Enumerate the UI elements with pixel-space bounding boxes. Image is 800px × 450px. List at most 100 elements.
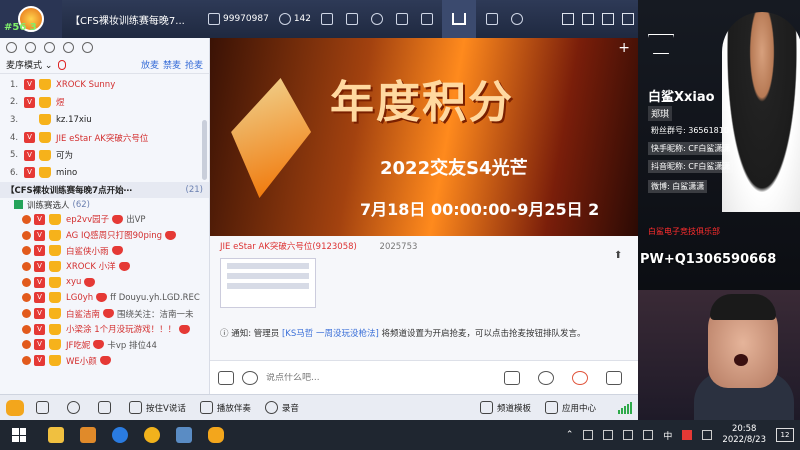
gamepad-button[interactable]: [511, 13, 526, 25]
weibo-nick: 微博: 白鲨潇潇: [648, 180, 708, 193]
emoji-icon[interactable]: [538, 370, 554, 385]
network-tray-icon[interactable]: [623, 430, 634, 440]
queue-item[interactable]: 1. V XROCK Sunny: [0, 76, 209, 94]
release-mic-button[interactable]: 放麦: [141, 58, 159, 71]
plane-button[interactable]: [346, 13, 361, 25]
share-button[interactable]: [371, 13, 386, 25]
grab-mic-button[interactable]: 抢麦: [185, 58, 203, 71]
app-orange-icon[interactable]: [80, 427, 96, 443]
vip-badge-icon: V: [34, 213, 45, 225]
browser-g-icon[interactable]: [144, 427, 160, 443]
mic-tray-icon[interactable]: [583, 430, 594, 440]
scroll-up-icon[interactable]: ⬆: [614, 250, 626, 262]
push-to-talk-button[interactable]: 按住V说话: [129, 401, 186, 414]
restore-button[interactable]: [602, 13, 614, 25]
windows-start-icon[interactable]: [12, 428, 26, 442]
channel-row-count: (21): [185, 184, 203, 195]
member-item[interactable]: Vep2vv园子 出VP: [0, 212, 209, 228]
heart-badge-icon: [165, 230, 177, 240]
queue-scrollbar[interactable]: [202, 120, 207, 180]
flower-icon[interactable]: [572, 370, 588, 385]
list-button[interactable]: [486, 13, 501, 25]
speaker-button[interactable]: [36, 401, 53, 414]
chat-input[interactable]: [266, 372, 496, 383]
member-icon[interactable]: [6, 41, 17, 53]
member-item[interactable]: V LG0yh ff Douyu.yh.LGD.REC: [0, 290, 209, 306]
queue-item[interactable]: 6. Vmino: [0, 164, 209, 182]
chat-sender-id: 2025753: [379, 242, 418, 252]
ban-mic-button[interactable]: 禁麦: [163, 58, 181, 71]
queue-item[interactable]: 4. V JIE eStar AK突破六号位: [0, 129, 209, 147]
crown-icon: [49, 339, 61, 351]
channel-row[interactable]: 【CFS裸妆训练赛每晚7点开始⋯ (21): [0, 181, 209, 198]
more-options-icon[interactable]: [606, 370, 622, 385]
send-enter-icon[interactable]: [504, 370, 520, 385]
mic-icon: [22, 293, 31, 303]
sogou-ime-icon[interactable]: [682, 430, 693, 440]
clock[interactable]: 20:58 2022/8/23: [722, 424, 766, 446]
mixer-button[interactable]: [98, 401, 115, 414]
queue-number: 5.: [10, 150, 19, 161]
mic-mode-dropdown[interactable]: 麦序模式 ⌄: [6, 58, 52, 71]
mic-icon: [22, 261, 31, 271]
power-button[interactable]: [622, 13, 634, 25]
yy-app-icon[interactable]: [208, 427, 224, 443]
keyboard-icon[interactable]: [702, 430, 713, 440]
menu-button[interactable]: [562, 13, 574, 25]
member-item[interactable]: V WE小颜: [0, 353, 209, 369]
channel-template-button[interactable]: 频道模板: [479, 401, 531, 414]
member-extra: ff Douyu.yh.LGD.REC: [110, 292, 200, 303]
grid-button[interactable]: [396, 13, 411, 25]
tray-chevron-icon[interactable]: ⌃: [566, 430, 574, 440]
mic-button[interactable]: [67, 401, 84, 414]
gamepad-emote-icon[interactable]: [218, 370, 234, 385]
notice-admin[interactable]: [KS马哲 一周没玩没枪法]: [282, 329, 379, 339]
location-icon[interactable]: [44, 41, 55, 53]
crown-icon: [49, 276, 61, 288]
record-button[interactable]: 录音: [264, 401, 299, 414]
app-window-icon[interactable]: [176, 427, 192, 443]
system-notice: ⓘ 通知: 管理员 [KS马哲 一周没玩没枪法] 将频道设置为开启抢麦，可以点击…: [220, 328, 630, 341]
settings-icon[interactable]: [63, 41, 74, 53]
queue-item[interactable]: 3. kz.17xiu: [0, 111, 209, 129]
group-row[interactable]: 训练赛选人 (62): [0, 198, 209, 212]
app-mascot-icon[interactable]: [6, 399, 24, 416]
home-button[interactable]: [442, 0, 476, 38]
queue-item[interactable]: 2. V 煜: [0, 94, 209, 112]
channel-title[interactable]: 【CFS裸妆训练赛每晚7...: [70, 12, 198, 27]
headset-icon[interactable]: [25, 41, 36, 53]
file-explorer-icon[interactable]: [48, 427, 64, 443]
gamepad-icon: [511, 13, 523, 25]
member-item[interactable]: Vxyu: [0, 274, 209, 290]
member-item[interactable]: V XROCK 小洋: [0, 259, 209, 275]
chat-image-thumbnail[interactable]: [220, 258, 316, 308]
app-k-icon[interactable]: [112, 427, 128, 443]
minimize-button[interactable]: [582, 13, 594, 25]
more-icon[interactable]: [82, 41, 93, 53]
info-icon: ⓘ: [220, 329, 232, 339]
member-item[interactable]: V 白鲨洁南 围绕关注：洁南一未: [0, 306, 209, 322]
member-name: 小梁涂 1个月没玩游戏！！！: [66, 325, 177, 336]
accompany-button[interactable]: 播放伴奏: [199, 401, 251, 414]
chat-sender[interactable]: JIE eStar AK突破六号位(9123058): [220, 242, 357, 252]
member-item[interactable]: V JF吃妮 卡vp 排位44: [0, 337, 209, 353]
event-banner[interactable]: 年度积分 2022交友S4光芒 7月18日 00:00:00-9月25日 2 +: [210, 38, 638, 236]
member-name: ep2vv园子: [66, 215, 110, 226]
app-tray-icon[interactable]: [603, 430, 614, 440]
fan-group: 粉丝群号: 36561810: [651, 126, 729, 135]
video-button[interactable]: [421, 13, 436, 25]
notification-button[interactable]: 12: [776, 428, 794, 442]
member-item[interactable]: V 小梁涂 1个月没玩游戏！！！: [0, 321, 209, 337]
mic-muted-icon[interactable]: [58, 59, 67, 70]
app-center-button[interactable]: 应用中心: [544, 401, 596, 414]
channel-id[interactable]: 99970987: [208, 13, 269, 25]
queue-item[interactable]: 5. V 可为: [0, 146, 209, 164]
volume-tray-icon[interactable]: [643, 430, 654, 440]
member-item[interactable]: V 白鲨侠小雨: [0, 243, 209, 259]
font-style-icon[interactable]: [242, 370, 258, 385]
add-icon[interactable]: +: [618, 40, 630, 56]
star-button[interactable]: [321, 13, 336, 25]
stream-overlay: 白鲨Xxiao 郑琪 粉丝群号: 36561810 快手昵称: CF白鲨潇潇 抖…: [638, 0, 800, 420]
ime-indicator[interactable]: 中: [663, 429, 672, 442]
member-item[interactable]: V AG IQ感周只打图90ping: [0, 227, 209, 243]
